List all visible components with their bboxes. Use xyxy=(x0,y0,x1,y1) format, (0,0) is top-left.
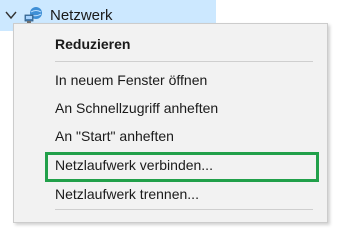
menu-item-disconnect-network-drive[interactable]: Netzlaufwerk trennen... xyxy=(14,181,327,207)
menu-separator xyxy=(55,209,313,210)
menu-separator xyxy=(55,61,313,62)
menu-item-reduzieren[interactable]: Reduzieren xyxy=(14,31,327,57)
nav-item-label: Netzwerk xyxy=(50,7,113,24)
context-menu: Reduzieren In neuem Fenster öffnen An Sc… xyxy=(13,23,328,223)
menu-item-map-network-drive[interactable]: Netzlaufwerk verbinden... xyxy=(14,152,327,178)
chevron-down-icon[interactable] xyxy=(4,8,18,22)
explorer-stage: Netzwerk Reduzieren In neuem Fenster öff… xyxy=(0,0,346,223)
menu-item-open-new-window[interactable]: In neuem Fenster öffnen xyxy=(14,67,327,93)
network-icon xyxy=(24,7,42,23)
menu-item-pin-start[interactable]: An "Start" anheften xyxy=(14,123,327,149)
menu-item-pin-quick-access[interactable]: An Schnellzugriff anheften xyxy=(14,95,327,121)
